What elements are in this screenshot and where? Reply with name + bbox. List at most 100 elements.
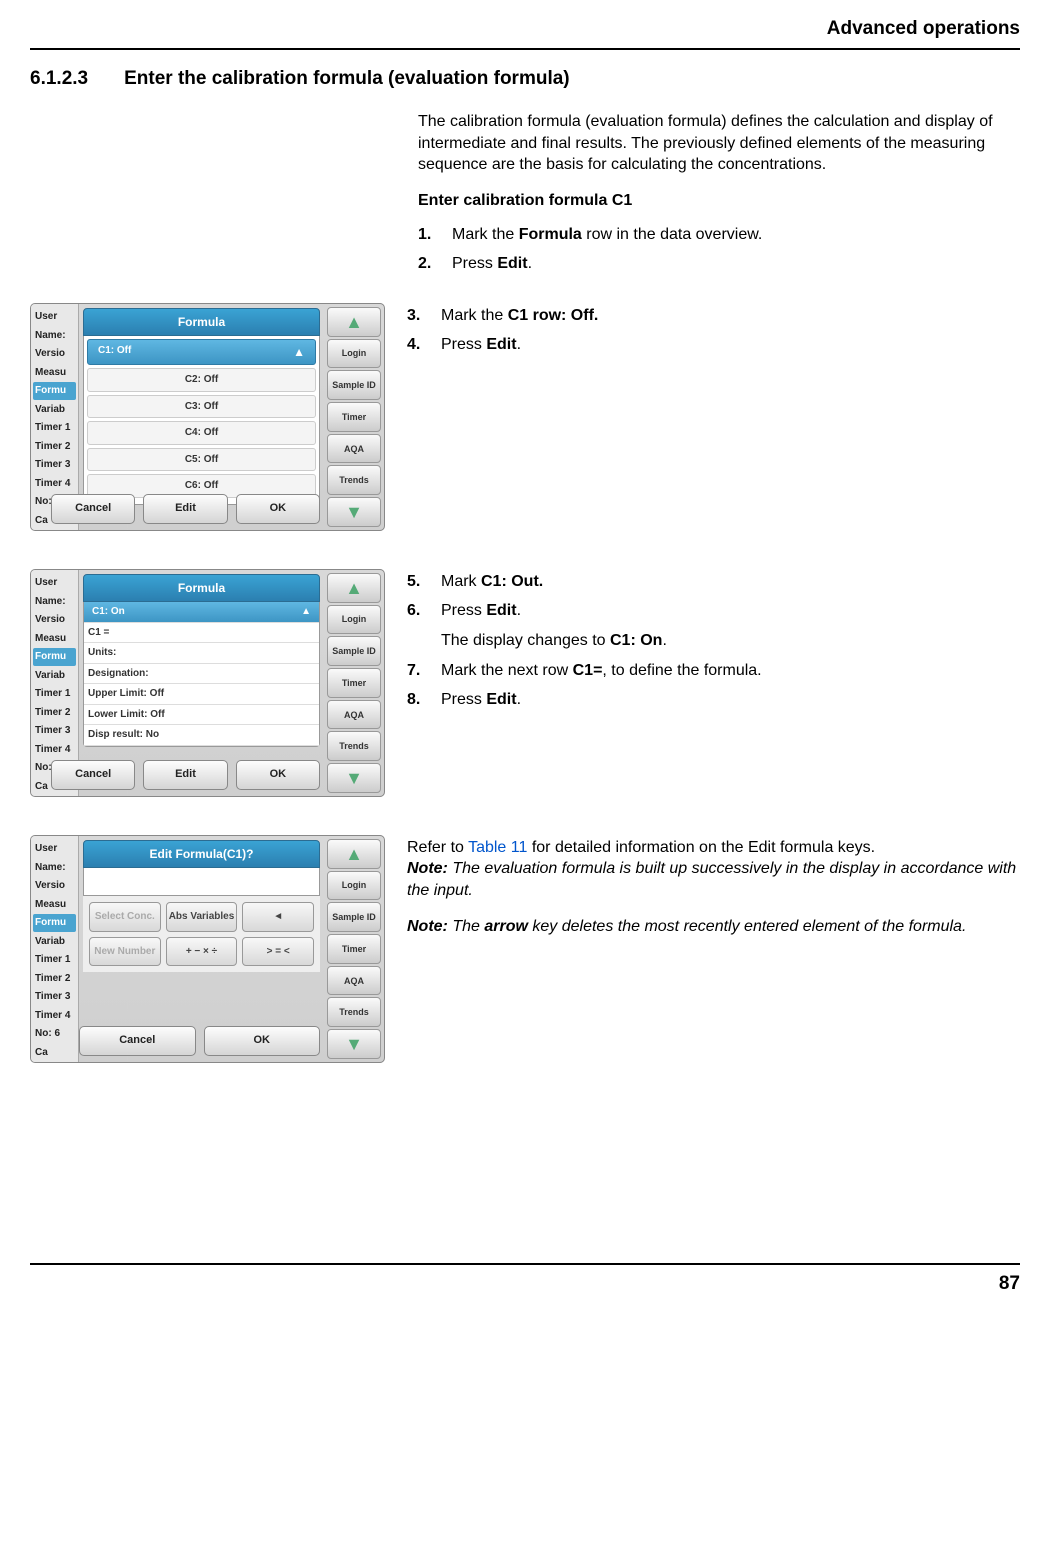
list-item[interactable]: C1: Off ▲ [87,339,316,365]
list-item[interactable]: Designation: [84,664,319,685]
text: for detailed information on the Edit for… [527,839,875,856]
step-number: 5. [407,571,429,593]
step-text: Mark the next row C1=, to define the for… [441,660,762,682]
bold: C1 row: Off. [508,307,599,324]
step-text: Mark C1: Out. [441,571,543,593]
login-button[interactable]: Login [327,339,381,369]
list-item[interactable]: Disp result: No [84,725,319,746]
ok-button[interactable]: OK [204,1026,321,1056]
trends-button[interactable]: Trends [327,731,381,761]
bold: Edit [486,602,516,619]
timer-button[interactable]: Timer [327,402,381,432]
text: C1: Off [98,344,131,360]
step-text: Press Edit. [441,689,521,711]
table-link[interactable]: Table 11 [468,839,527,856]
step-number: 2. [418,253,440,275]
figure-text-block: User Name: Versio Measu Formu Variab Tim… [30,835,1020,1063]
bold: Formula [519,226,582,243]
bold: Edit [486,336,516,353]
label: Formu [33,382,76,401]
cancel-button[interactable]: Cancel [51,760,135,790]
sample-id-button[interactable]: Sample ID [327,636,381,666]
panel-title: Edit Formula(C1)? [83,840,320,868]
label: Measu [33,363,76,382]
ok-button[interactable]: OK [236,494,320,524]
section-title: Enter the calibration formula (evaluatio… [124,66,570,92]
text: , to define the formula. [602,662,761,679]
bottom-rule [30,1263,1020,1265]
text: C1: On [92,605,125,619]
edit-button[interactable]: Edit [143,760,227,790]
note-label: Note: [407,918,448,935]
login-button[interactable]: Login [327,605,381,635]
list-item[interactable]: C1: On▲ [84,602,319,623]
trends-button[interactable]: Trends [327,465,381,495]
timer-button[interactable]: Timer [327,668,381,698]
step: 4. Press Edit. [407,334,1020,356]
list-item[interactable]: C1 = [84,623,319,644]
aqa-button[interactable]: AQA [327,434,381,464]
label: Timer 3 [33,722,76,741]
trends-button[interactable]: Trends [327,997,381,1027]
step-text: Press Edit. [452,253,532,275]
label: Versio [33,345,76,364]
text: . [517,691,521,708]
edit-button[interactable]: Edit [143,494,227,524]
label: Name: [33,858,76,877]
list-item[interactable]: C3: Off [87,395,316,419]
label: Variab [33,400,76,419]
login-button[interactable]: Login [327,871,381,901]
text: Press [441,691,486,708]
step-number: 8. [407,689,429,711]
list-item[interactable]: Lower Limit: Off [84,705,319,726]
sample-id-button[interactable]: Sample ID [327,370,381,400]
chevron-up-icon: ▲ [293,344,305,360]
figure-text-block: User Name: Versio Measu Formu Variab Tim… [30,569,1020,797]
aqa-button[interactable]: AQA [327,966,381,996]
text: row in the data overview. [582,226,763,243]
list-item[interactable]: Upper Limit: Off [84,684,319,705]
aqa-button[interactable]: AQA [327,700,381,730]
step: 1. Mark the Formula row in the data over… [418,224,1020,246]
label: Timer 2 [33,969,76,988]
sample-id-button[interactable]: Sample ID [327,902,381,932]
step-number: 7. [407,660,429,682]
key-comparators[interactable]: > = < [242,937,314,967]
intro-paragraph: The calibration formula (evaluation form… [418,111,1020,176]
cancel-button[interactable]: Cancel [51,494,135,524]
timer-button[interactable]: Timer [327,934,381,964]
device-screenshot-3: User Name: Versio Measu Formu Variab Tim… [30,835,385,1063]
label: Timer 1 [33,419,76,438]
arrow-left-icon[interactable]: ◄ [242,902,314,932]
label: Timer 3 [33,988,76,1007]
panel-title: Formula [83,308,320,336]
scroll-up-icon[interactable]: ▲ [327,573,381,603]
cancel-button[interactable]: Cancel [79,1026,196,1056]
step: 2. Press Edit. [418,253,1020,275]
key-operators[interactable]: + − × ÷ [166,937,238,967]
key-new-number[interactable]: New Number [89,937,161,967]
scroll-down-icon[interactable]: ▼ [327,1029,381,1059]
ok-button[interactable]: OK [236,760,320,790]
key-abs-variables[interactable]: Abs Variables [166,902,238,932]
text: Press [441,336,486,353]
figure-text-block: User Name: Versio Measu Formu Variab Tim… [30,303,1020,531]
scroll-up-icon[interactable]: ▲ [327,839,381,869]
scroll-down-icon[interactable]: ▼ [327,497,381,527]
label: Measu [33,629,76,648]
running-header: Advanced operations [30,16,1020,48]
key-select-conc[interactable]: Select Conc. [89,902,161,932]
label: Timer 1 [33,685,76,704]
label: Versio [33,611,76,630]
scroll-up-icon[interactable]: ▲ [327,307,381,337]
section-number: 6.1.2.3 [30,66,88,92]
list-item[interactable]: C5: Off [87,448,316,472]
list-item[interactable]: Units: [84,643,319,664]
device-screenshot-2: User Name: Versio Measu Formu Variab Tim… [30,569,385,797]
panel-title: Formula [83,574,320,602]
text: The [448,918,484,935]
bold: Edit [486,691,516,708]
list-item[interactable]: C2: Off [87,368,316,392]
list-item[interactable]: C4: Off [87,421,316,445]
scroll-down-icon[interactable]: ▼ [327,763,381,793]
